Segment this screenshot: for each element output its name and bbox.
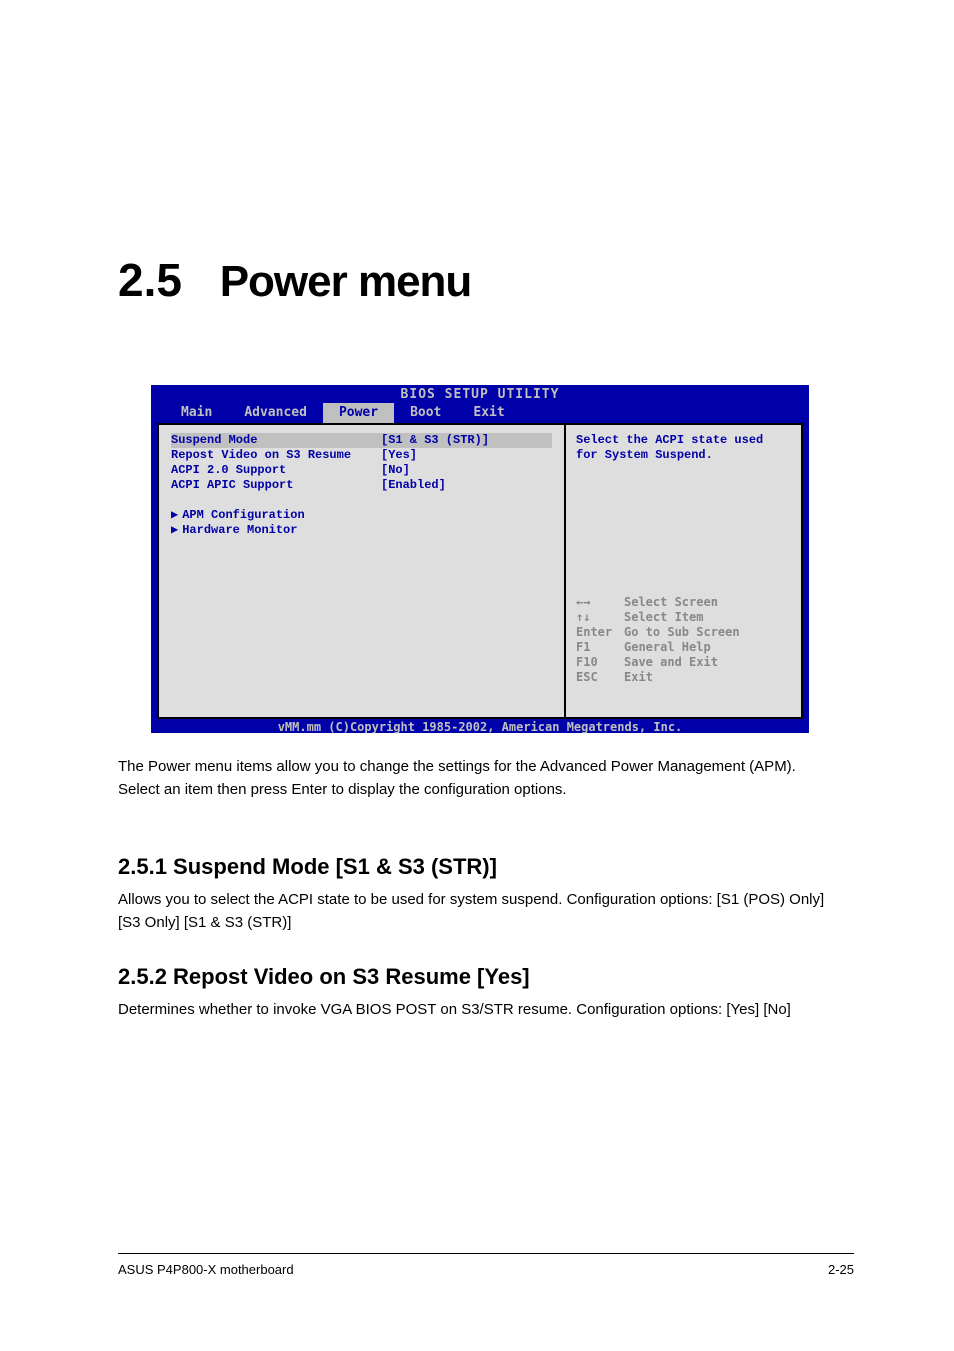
setting-acpi-apic[interactable]: ACPI APIC Support [Enabled] xyxy=(171,478,552,493)
nav-desc: Select Item xyxy=(624,610,703,624)
spacer xyxy=(171,493,552,508)
bios-tabs: Main Advanced Power Boot Exit xyxy=(165,403,521,423)
subsection-body-2: Determines whether to invoke VGA BIOS PO… xyxy=(118,998,838,1021)
triangle-icon: ▶ xyxy=(171,523,178,538)
setting-value: [Yes] xyxy=(381,448,417,463)
nav-desc: Exit xyxy=(624,670,653,684)
subsection-heading-1: 2.5.1 Suspend Mode [S1 & S3 (STR)] xyxy=(118,854,497,880)
nav-key: ←→ xyxy=(576,595,624,610)
bios-footer: vMM.mm (C)Copyright 1985-2002, American … xyxy=(153,719,807,734)
bios-nav-help: ←→Select Screen ↑↓Select Item EnterGo to… xyxy=(576,595,740,685)
bios-help-panel: Select the ACPI state used for System Su… xyxy=(565,423,803,719)
nav-desc: Go to Sub Screen xyxy=(624,625,740,639)
nav-desc: General Help xyxy=(624,640,711,654)
submenu-label: APM Configuration xyxy=(182,508,304,522)
tab-exit[interactable]: Exit xyxy=(457,403,520,423)
footer-left: ASUS P4P800-X motherboard xyxy=(118,1262,294,1277)
nav-desc: Save and Exit xyxy=(624,655,718,669)
nav-key: ESC xyxy=(576,670,624,685)
tab-power[interactable]: Power xyxy=(323,403,394,423)
submenu-label: Hardware Monitor xyxy=(182,523,297,537)
submenu-hardware-monitor[interactable]: ▶ Hardware Monitor xyxy=(171,523,552,538)
footer-right: 2-25 xyxy=(828,1262,854,1277)
bios-help-text: Select the ACPI state used for System Su… xyxy=(576,433,791,463)
submenu-apm[interactable]: ▶ APM Configuration xyxy=(171,508,552,523)
setting-value: [No] xyxy=(381,463,410,478)
setting-repost-video[interactable]: Repost Video on S3 Resume [Yes] xyxy=(171,448,552,463)
tab-boot[interactable]: Boot xyxy=(394,403,457,423)
nav-desc: Select Screen xyxy=(624,595,718,609)
intro-paragraph: The Power menu items allow you to change… xyxy=(118,756,838,801)
nav-key: Enter xyxy=(576,625,624,640)
bios-settings-panel: Suspend Mode [S1 & S3 (STR)] Repost Vide… xyxy=(157,423,565,719)
subsection-body-1: Allows you to select the ACPI state to b… xyxy=(118,888,838,935)
setting-acpi-20[interactable]: ACPI 2.0 Support [No] xyxy=(171,463,552,478)
nav-key: ↑↓ xyxy=(576,610,624,625)
setting-label: ACPI 2.0 Support xyxy=(171,463,381,478)
setting-label: Repost Video on S3 Resume xyxy=(171,448,381,463)
setting-label: Suspend Mode xyxy=(171,433,381,448)
triangle-icon: ▶ xyxy=(171,508,178,523)
page-footer: ASUS P4P800-X motherboard 2-25 xyxy=(118,1253,854,1277)
section-number: 2.5 xyxy=(118,254,182,306)
tab-main[interactable]: Main xyxy=(165,403,228,423)
setting-value: [S1 & S3 (STR)] xyxy=(381,433,489,448)
subsection-heading-2: 2.5.2 Repost Video on S3 Resume [Yes] xyxy=(118,964,530,990)
section-heading: 2.5 Power menu xyxy=(118,253,471,307)
bios-screenshot: BIOS SETUP UTILITY Main Advanced Power B… xyxy=(151,385,809,733)
section-title: Power menu xyxy=(194,257,472,306)
setting-suspend-mode[interactable]: Suspend Mode [S1 & S3 (STR)] xyxy=(171,433,552,448)
bios-title: BIOS SETUP UTILITY xyxy=(153,387,807,402)
nav-key: F1 xyxy=(576,640,624,655)
setting-label: ACPI APIC Support xyxy=(171,478,381,493)
nav-key: F10 xyxy=(576,655,624,670)
tab-advanced[interactable]: Advanced xyxy=(228,403,323,423)
setting-value: [Enabled] xyxy=(381,478,446,493)
